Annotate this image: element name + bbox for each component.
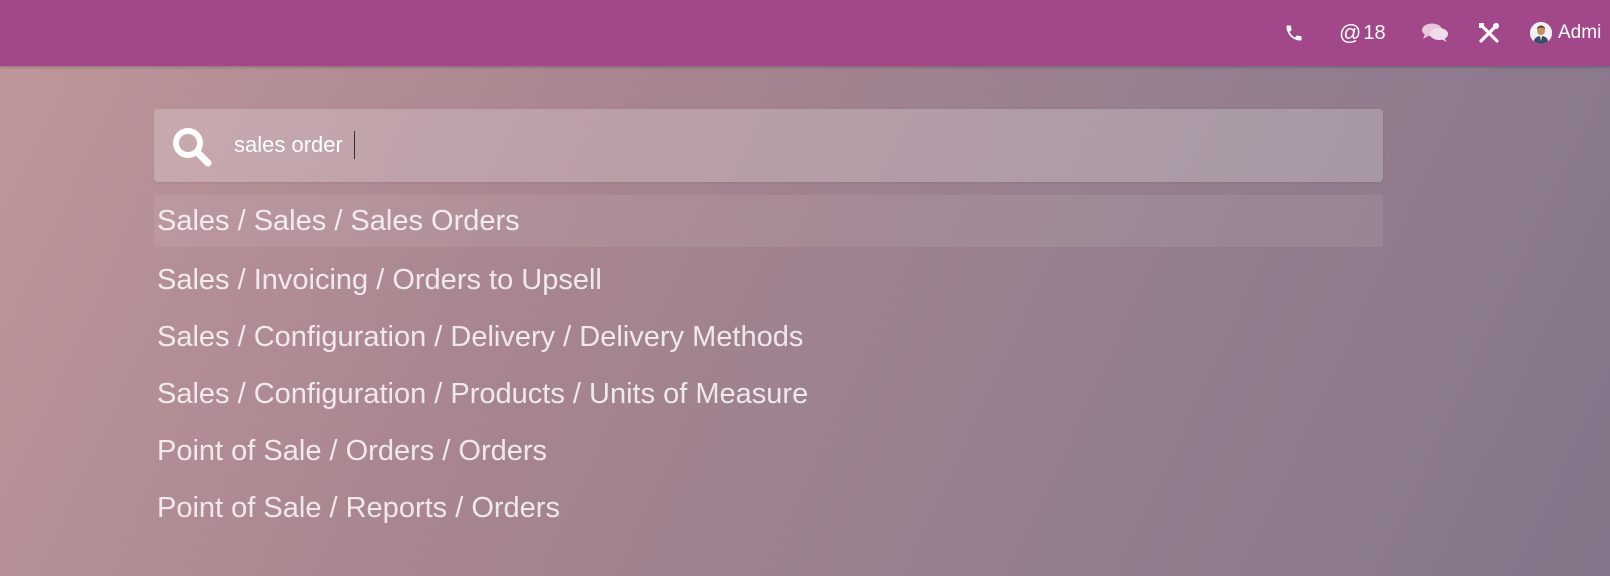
result-label: Sales / Configuration / Products / Units… [157, 378, 809, 410]
at-icon: @ [1339, 20, 1362, 45]
menu-search-box [154, 109, 1383, 182]
result-item-pos-orders[interactable]: Point of Sale / Orders / Orders [154, 423, 1383, 480]
result-label: Point of Sale / Orders / Orders [157, 435, 548, 467]
tools-icon [1479, 23, 1499, 43]
text-cursor [354, 131, 355, 159]
user-avatar [1530, 22, 1552, 44]
top-navbar: @ 18 Admi [0, 0, 1610, 66]
tools-button[interactable] [1477, 0, 1501, 66]
result-label: Sales / Sales / Sales Orders [157, 204, 520, 237]
result-item-sales-orders[interactable]: Sales / Sales / Sales Orders [154, 195, 1383, 247]
result-label: Sales / Invoicing / Orders to Upsell [157, 264, 602, 296]
result-item-units-of-measure[interactable]: Sales / Configuration / Products / Units… [154, 366, 1383, 423]
user-menu[interactable]: Admi [1530, 0, 1601, 66]
result-item-pos-reports-orders[interactable]: Point of Sale / Reports / Orders [154, 480, 1383, 537]
search-results-list: Sales / Sales / Sales Orders Sales / Inv… [154, 195, 1383, 537]
user-name: Admi [1558, 22, 1602, 43]
chat-bubbles-icon [1422, 23, 1448, 42]
phone-icon [1286, 25, 1302, 41]
mentions-count-badge: 18 [1363, 21, 1386, 44]
phone-button[interactable] [1284, 0, 1304, 66]
result-item-orders-to-upsell[interactable]: Sales / Invoicing / Orders to Upsell [154, 252, 1383, 309]
result-label: Sales / Configuration / Delivery / Deliv… [157, 321, 804, 353]
mentions-button[interactable]: @ 18 [1339, 0, 1386, 66]
result-label: Point of Sale / Reports / Orders [157, 492, 560, 524]
result-item-delivery-methods[interactable]: Sales / Configuration / Delivery / Deliv… [154, 309, 1383, 366]
search-icon [173, 128, 212, 167]
chat-button[interactable] [1421, 0, 1449, 66]
search-input[interactable] [234, 123, 1354, 167]
